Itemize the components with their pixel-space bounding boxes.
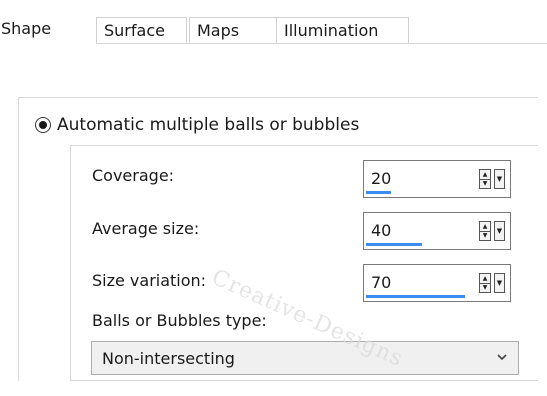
slider-popup-arrow[interactable]: ▼	[494, 221, 505, 241]
tab-surface[interactable]: Surface	[96, 17, 187, 43]
average-size-value: 40	[371, 221, 392, 240]
bubble-type-label: Balls or Bubbles type:	[92, 311, 267, 330]
automatic-mode-option[interactable]: Automatic multiple balls or bubbles	[35, 114, 359, 136]
bubble-type-dropdown[interactable]: Non-intersecting	[91, 341, 519, 375]
coverage-slider-fill	[366, 191, 391, 194]
tab-maps[interactable]: Maps	[189, 17, 277, 43]
coverage-spinbox[interactable]: 20 ▲ ▼ ▼	[363, 160, 511, 198]
average-size-slider-fill	[366, 243, 422, 246]
slider-popup-arrow[interactable]: ▼	[494, 273, 505, 293]
average-size-label: Average size:	[92, 219, 200, 238]
tab-illumination[interactable]: Illumination	[276, 17, 409, 43]
automatic-mode-label: Automatic multiple balls or bubbles	[57, 115, 360, 135]
tab-shape[interactable]: Shape	[0, 15, 96, 45]
size-variation-label: Size variation:	[92, 271, 207, 290]
bubble-type-selected: Non-intersecting	[102, 349, 235, 368]
radio-button[interactable]	[35, 117, 51, 133]
decrement-arrow[interactable]: ▼	[480, 179, 490, 188]
slider-popup-arrow[interactable]: ▼	[494, 169, 505, 189]
tab-bar: Surface Maps Illumination Shape	[0, 0, 547, 45]
decrement-arrow[interactable]: ▼	[480, 283, 490, 292]
coverage-value: 20	[371, 169, 392, 188]
coverage-label: Coverage:	[92, 166, 175, 185]
size-variation-spinbox[interactable]: 70 ▲ ▼ ▼	[363, 264, 511, 302]
radio-selected-dot	[39, 121, 47, 129]
chevron-down-icon	[497, 354, 507, 361]
up-down-arrows-icon[interactable]: ▲ ▼	[479, 221, 491, 241]
up-down-arrows-icon[interactable]: ▲ ▼	[479, 273, 491, 293]
size-variation-value: 70	[371, 273, 392, 292]
up-down-arrows-icon[interactable]: ▲ ▼	[479, 169, 491, 189]
size-variation-slider-fill	[366, 295, 465, 298]
average-size-spinbox[interactable]: 40 ▲ ▼ ▼	[363, 212, 511, 250]
decrement-arrow[interactable]: ▼	[480, 231, 490, 240]
